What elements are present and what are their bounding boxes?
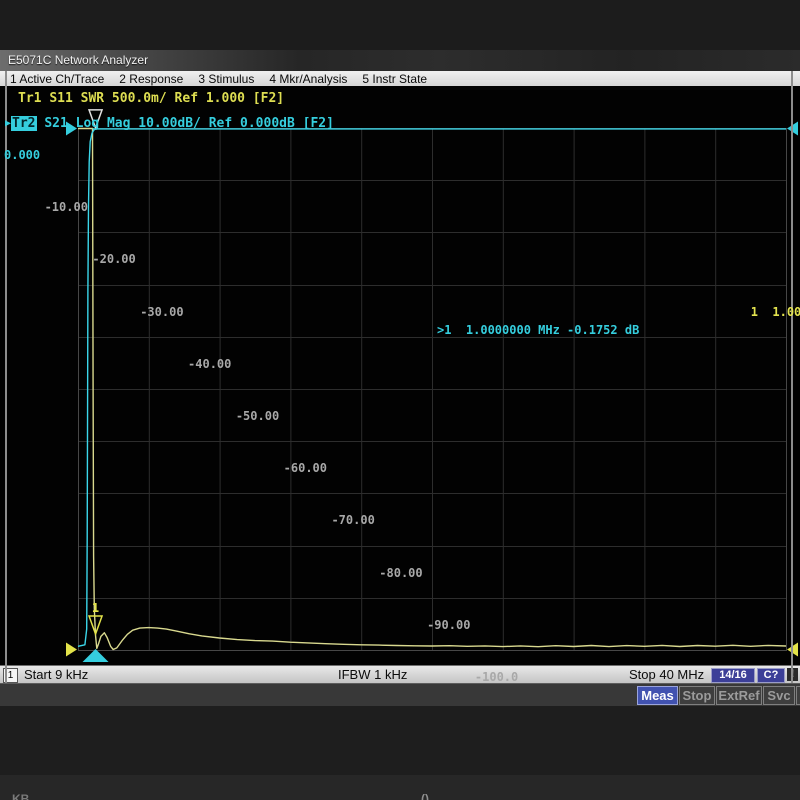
trace1-info-row[interactable]: Tr1 S11 SWR 500.0m/ Ref 1.000 [F2] — [18, 92, 800, 105]
window-border-left — [5, 71, 7, 683]
trace2-settings-text: S21 Log Mag 10.00dB/ Ref 0.000dB [F2] — [44, 116, 334, 131]
cal-status-badge: C? — [757, 668, 785, 683]
menu-item-active-ch-trace[interactable]: 1 Active Ch/Trace — [10, 72, 104, 86]
top-bezel — [0, 0, 800, 50]
y-axis-label-5: -50.00 — [236, 409, 279, 423]
y-axis-label-10: -100.0 — [475, 670, 518, 684]
trace1-id: Tr1 — [18, 91, 41, 106]
y-axis-label-3: -30.00 — [140, 305, 183, 319]
y-axis-label-2: -20.00 — [92, 252, 135, 266]
partial-text-left: KB — [12, 792, 29, 800]
stop-frequency: Stop 40 MHz — [629, 667, 704, 682]
meas-button[interactable]: Meas — [637, 686, 678, 705]
y-axis-label-7: -70.00 — [331, 513, 374, 527]
start-frequency: Start 9 kHz — [24, 667, 88, 682]
window-titlebar[interactable]: E5071C Network Analyzer — [0, 50, 800, 72]
trace2-info-row[interactable]: ▶Tr2 S21 Log Mag 10.00dB/ Ref 0.000dB [F… — [5, 117, 800, 130]
trace2-id: Tr2 — [11, 116, 36, 131]
menu-bar: 1 Active Ch/Trace 2 Response 3 Stimulus … — [0, 71, 800, 87]
y-axis-label-0: 0.000 — [4, 148, 40, 162]
y-axis-label-4: -40.00 — [188, 357, 231, 371]
menu-item-stimulus[interactable]: 3 Stimulus — [198, 72, 254, 86]
trace1-settings-text: S11 SWR 500.0m/ Ref 1.000 [F2] — [49, 91, 284, 106]
partial-text-center: () — [421, 792, 429, 800]
window-title: E5071C Network Analyzer — [8, 53, 148, 67]
bottom-bezel: KB () — [0, 706, 800, 800]
analyzer-front-panel: E5071C Network Analyzer 1 Active Ch/Trac… — [0, 0, 800, 800]
menu-item-response[interactable]: 2 Response — [119, 72, 183, 86]
instrument-status-bar: Meas Stop ExtRef Svc — [0, 683, 800, 707]
cropped-button-sliver — [796, 686, 800, 705]
y-axis-label-8: -80.00 — [379, 566, 422, 580]
window-border-right — [791, 71, 793, 683]
marker1-readout-trace1: 1 1.0000000 MHz 1.1438 — [751, 305, 800, 319]
marker1-readout-trace2: >1 1.0000000 MHz -0.1752 dB — [437, 323, 639, 337]
y-axis-label-6: -60.00 — [284, 461, 327, 475]
points-badge: 14/16 — [711, 668, 755, 683]
measurement-screen: Tr1 S11 SWR 500.0m/ Ref 1.000 [F2] ▶Tr2 … — [0, 86, 800, 665]
y-axis-label-9: -90.00 — [427, 618, 470, 632]
ifbw-value: IFBW 1 kHz — [338, 667, 407, 682]
menu-item-mkr-analysis[interactable]: 4 Mkr/Analysis — [269, 72, 347, 86]
bezel-strip: KB () — [0, 775, 800, 800]
menu-item-instr-state[interactable]: 5 Instr State — [362, 72, 427, 86]
stop-button[interactable]: Stop — [679, 686, 715, 705]
status-bar: 1 Start 9 kHz IFBW 1 kHz Stop 40 MHz 14/… — [0, 665, 800, 684]
extref-button[interactable]: ExtRef — [716, 686, 762, 705]
svc-button[interactable]: Svc — [763, 686, 795, 705]
y-axis-label-1: -10.00 — [45, 200, 88, 214]
